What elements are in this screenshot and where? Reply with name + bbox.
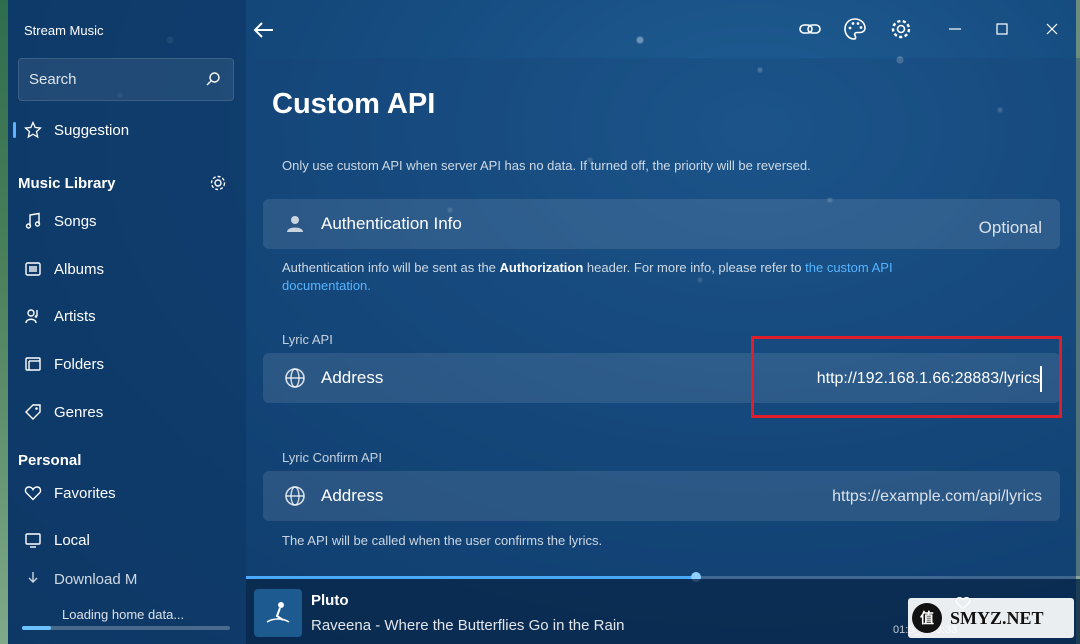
sidebar-item-songs[interactable]: Songs <box>18 203 234 239</box>
close-icon[interactable] <box>1040 17 1064 41</box>
download-icon <box>22 570 44 588</box>
lyric-api-address-label: Address <box>321 368 384 387</box>
desktop-edge-left <box>0 0 8 644</box>
page-description: Only use custom API when server API has … <box>282 158 811 173</box>
section-title-personal: Personal <box>18 452 82 469</box>
lyric-confirm-api-section-label: Lyric Confirm API <box>282 450 382 465</box>
maximize-icon[interactable] <box>990 17 1014 41</box>
sidebar-item-label: Download M <box>54 570 138 588</box>
loading-progress-bar <box>22 626 230 630</box>
app-title: Stream Music <box>24 23 104 38</box>
auth-info-value: Optional <box>978 218 1042 237</box>
back-arrow-icon[interactable] <box>250 16 278 44</box>
sidebar-item-albums[interactable]: Albums <box>18 251 234 287</box>
auth-note-bold: Authorization <box>499 260 584 275</box>
watermark-logo: 值 <box>912 603 942 633</box>
monitor-icon <box>22 529 44 551</box>
page-title: Custom API <box>272 88 436 120</box>
loading-status-text: Loading home data... <box>62 607 185 622</box>
album-icon <box>22 258 44 280</box>
watermark-text: SMYZ.NET <box>950 607 1044 628</box>
music-note-icon <box>22 210 44 232</box>
gear-icon[interactable] <box>889 17 913 41</box>
sidebar-item-label: Local <box>54 531 90 549</box>
now-playing-artist-album: Raveena - Where the Butterflies Go in th… <box>311 617 625 634</box>
sidebar-item-artists[interactable]: Artists <box>18 298 234 334</box>
auth-note-text-2: header. For more info, please refer to <box>583 260 806 275</box>
sidebar-item-download[interactable]: Download M <box>18 570 234 588</box>
auth-info-card[interactable]: Authentication Info Optional <box>263 199 1060 249</box>
minimize-icon[interactable] <box>943 17 967 41</box>
heart-icon <box>22 482 44 504</box>
sidebar-item-favorites[interactable]: Favorites <box>18 475 234 511</box>
sidebar-item-label: Artists <box>54 307 96 325</box>
sidebar-item-local[interactable]: Local <box>18 522 234 558</box>
sidebar: Stream Music Suggestion Music Library So… <box>8 0 246 644</box>
artist-icon <box>22 305 44 327</box>
folder-icon <box>22 353 44 375</box>
palette-icon[interactable] <box>843 17 867 41</box>
search-box[interactable] <box>18 58 234 101</box>
star-icon <box>22 119 44 141</box>
red-annotation-box <box>751 336 1062 418</box>
album-art[interactable] <box>254 589 302 637</box>
lyric-confirm-api-address-card: Address https://example.com/api/lyrics <box>263 471 1060 521</box>
auth-info-label: Authentication Info <box>321 214 462 233</box>
section-title-music-library: Music Library <box>18 175 116 192</box>
sidebar-item-label: Folders <box>54 355 105 373</box>
sidebar-item-suggestion[interactable]: Suggestion <box>13 112 234 148</box>
sidebar-item-label: Favorites <box>54 484 116 502</box>
sidebar-item-label: Suggestion <box>54 121 130 139</box>
lyric-api-section-label: Lyric API <box>282 332 333 347</box>
search-icon[interactable] <box>205 71 221 87</box>
sidebar-item-label: Genres <box>54 403 104 421</box>
globe-icon <box>285 486 305 506</box>
sidebar-item-label: Albums <box>54 260 105 278</box>
search-input[interactable] <box>29 59 199 100</box>
lyric-confirm-address-input[interactable]: https://example.com/api/lyrics <box>832 488 1042 506</box>
now-playing-title: Pluto <box>311 592 349 609</box>
person-icon <box>287 216 303 232</box>
sidebar-item-folders[interactable]: Folders <box>18 346 234 382</box>
auth-note-text: Authentication info will be sent as the <box>282 260 500 275</box>
album-art-figure-icon <box>266 602 290 623</box>
lyric-confirm-address-label: Address <box>321 486 384 505</box>
watermark: 值 SMYZ.NET <box>908 598 1074 638</box>
link-icon[interactable] <box>798 17 822 41</box>
lyric-confirm-note: The API will be called when the user con… <box>282 533 603 548</box>
library-settings-gear-icon[interactable] <box>208 173 228 193</box>
app-window: Stream Music Suggestion Music Library So… <box>0 0 1080 644</box>
globe-icon <box>285 368 305 388</box>
tag-icon <box>22 401 44 423</box>
sidebar-item-label: Songs <box>54 212 97 230</box>
loading-progress-fill <box>22 626 52 630</box>
sidebar-item-genres[interactable]: Genres <box>18 394 234 430</box>
auth-info-note: Authentication info will be sent as the … <box>282 259 982 295</box>
